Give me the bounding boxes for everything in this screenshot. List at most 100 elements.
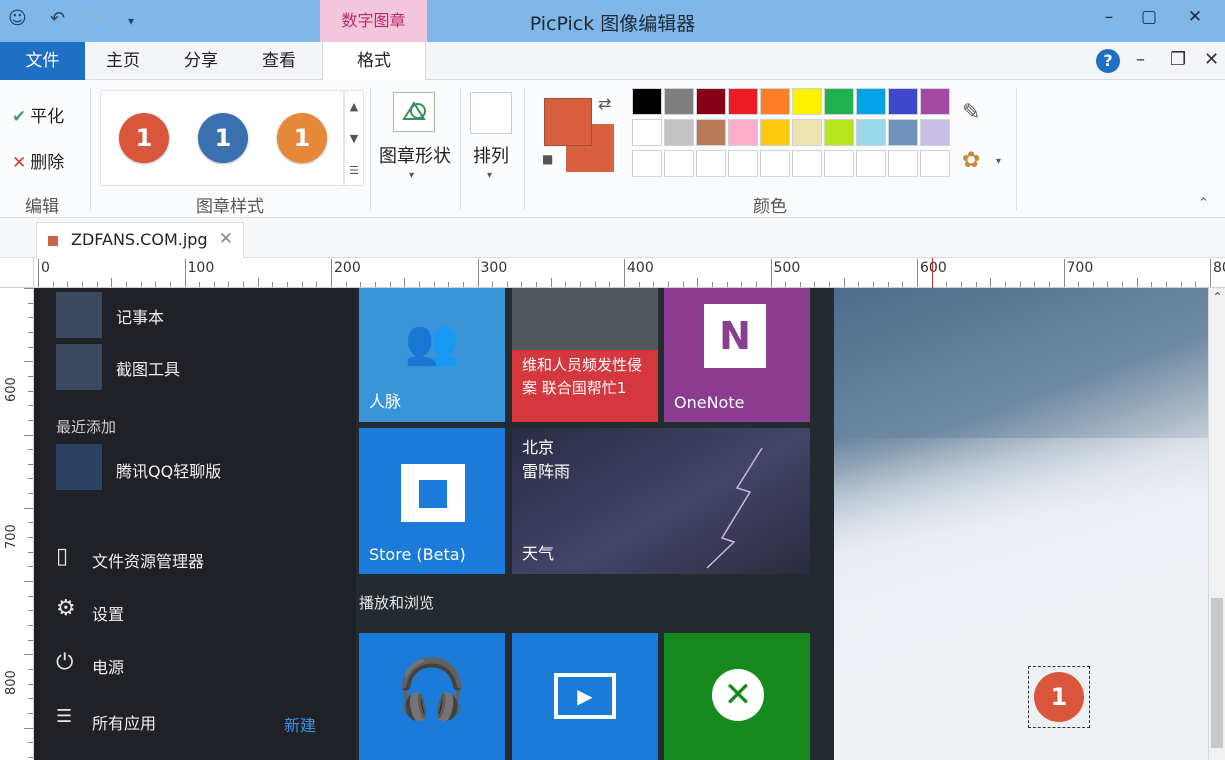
color-swatch[interactable]: [856, 119, 886, 146]
color-swatch[interactable]: [728, 88, 758, 115]
color-swatch[interactable]: [920, 150, 950, 177]
weather-desc: 雷阵雨: [522, 462, 571, 481]
arrange-button[interactable]: 排列: [466, 142, 516, 168]
color-swatch[interactable]: [856, 88, 886, 115]
reset-colors-icon[interactable]: ■: [542, 152, 553, 166]
settings-item[interactable]: 设置: [92, 601, 124, 625]
ribbon-minimize-icon[interactable]: –: [1136, 49, 1145, 70]
tab-format[interactable]: 格式: [322, 42, 426, 81]
color-swatch[interactable]: [760, 88, 790, 115]
color-swatch[interactable]: [888, 119, 918, 146]
close-button[interactable]: ✕: [1178, 4, 1212, 30]
color-swatch[interactable]: [856, 150, 886, 177]
color-swatch[interactable]: [760, 119, 790, 146]
video-play-icon: ▶: [554, 673, 616, 719]
color-picker-icon[interactable]: ✿: [962, 148, 980, 173]
color-swatch[interactable]: [632, 150, 662, 177]
selected-stamp[interactable]: 1: [1034, 672, 1084, 722]
tile-music[interactable]: 🎧: [359, 633, 505, 760]
app-notepad[interactable]: 记事本: [116, 304, 164, 328]
color-swatch[interactable]: [664, 119, 694, 146]
app-snipping-tool[interactable]: 截图工具: [116, 356, 180, 380]
gallery-more-icon[interactable]: ☰: [345, 155, 363, 187]
delete-button[interactable]: ✕ 删除: [12, 148, 64, 173]
color-swatch[interactable]: [728, 119, 758, 146]
image-canvas[interactable]: 记事本 截图工具 最近添加 腾讯QQ轻聊版 ▯ 文件资源管理器 ⚙ 设置 ⏻ 电…: [34, 288, 1208, 760]
power-item[interactable]: 电源: [92, 654, 124, 678]
color-swatch[interactable]: [632, 119, 662, 146]
stamp-style-blue[interactable]: 1: [198, 113, 248, 163]
stamp-shape-icon[interactable]: [393, 92, 435, 132]
all-apps-item[interactable]: 所有应用: [92, 710, 156, 734]
color-picker-caret-icon[interactable]: ▾: [996, 156, 1001, 167]
app-qq[interactable]: 腾讯QQ轻聊版: [116, 458, 221, 482]
color-swatch[interactable]: [728, 150, 758, 177]
gallery-down-icon[interactable]: ▼: [345, 123, 363, 155]
color-swatch[interactable]: [760, 150, 790, 177]
stamp-style-red[interactable]: 1: [119, 113, 169, 163]
color-swatch[interactable]: [920, 119, 950, 146]
stamp-shape-button[interactable]: 图章形状: [374, 142, 456, 168]
tile-people[interactable]: 👥 人脉: [359, 288, 505, 422]
cursor-marker: [932, 258, 933, 288]
color-swatch[interactable]: [824, 88, 854, 115]
color-swatch[interactable]: [824, 119, 854, 146]
ruler-tick: [960, 282, 962, 287]
close-document-icon[interactable]: ✕: [219, 229, 233, 249]
ruler-label: 700: [4, 523, 19, 549]
tab-share[interactable]: 分享: [170, 42, 232, 80]
color-swatch[interactable]: [696, 150, 726, 177]
color-swatch[interactable]: [920, 88, 950, 115]
color-swatch[interactable]: [792, 119, 822, 146]
collapse-ribbon-icon[interactable]: ⌃: [1198, 196, 1209, 211]
ribbon-close-icon[interactable]: ✕: [1204, 49, 1219, 70]
color-swatch[interactable]: [792, 150, 822, 177]
ruler-tick: [594, 282, 596, 287]
tab-view[interactable]: 查看: [248, 42, 310, 80]
tile-video[interactable]: ▶: [512, 633, 658, 760]
maximize-button[interactable]: ▢: [1132, 4, 1166, 30]
tile-store[interactable]: Store (Beta): [359, 428, 505, 574]
color-swatch[interactable]: [632, 88, 662, 115]
color-swatch[interactable]: [664, 88, 694, 115]
tile-xbox[interactable]: ✕: [664, 633, 810, 760]
ruler-tick: [448, 282, 450, 287]
color-swatch[interactable]: [792, 88, 822, 115]
tab-file[interactable]: 文件: [0, 42, 85, 80]
ruler-tick: [228, 282, 230, 287]
flatten-button[interactable]: ✔ 平化: [12, 102, 64, 127]
minimize-button[interactable]: –: [1092, 4, 1126, 30]
ribbon-restore-icon[interactable]: ❐: [1170, 49, 1186, 70]
ruler-tick: [492, 282, 494, 287]
document-tab[interactable]: ZDFANS.COM.jpg ✕: [36, 222, 244, 258]
color-swatch[interactable]: [824, 150, 854, 177]
start-menu-left-pane: 记事本 截图工具 最近添加 腾讯QQ轻聊版 ▯ 文件资源管理器 ⚙ 设置 ⏻ 电…: [34, 288, 356, 760]
ruler-label: 400: [627, 260, 654, 276]
arrange-caret-icon[interactable]: ▾: [487, 170, 492, 181]
vertical-scrollbar[interactable]: ⌃: [1208, 288, 1225, 760]
file-explorer-item[interactable]: 文件资源管理器: [92, 548, 204, 572]
tile-news[interactable]: 维和人员频发性侵案 联合国帮忙1: [512, 288, 658, 422]
tile-weather[interactable]: 北京 雷阵雨 天气: [512, 428, 810, 574]
arrange-icon[interactable]: [470, 92, 512, 134]
color-swatch[interactable]: [888, 150, 918, 177]
color-swatch[interactable]: [664, 150, 694, 177]
tab-home[interactable]: 主页: [92, 42, 154, 80]
swap-colors-icon[interactable]: ⇄: [598, 94, 611, 113]
scroll-thumb[interactable]: [1211, 598, 1223, 748]
eyedropper-icon[interactable]: ✎: [962, 100, 980, 125]
color-swatch[interactable]: [696, 88, 726, 115]
gallery-up-icon[interactable]: ▲: [345, 91, 363, 123]
stamp-style-orange[interactable]: 1: [277, 113, 327, 163]
selected-stamp-box[interactable]: 1: [1028, 666, 1090, 728]
stamp-shape-caret-icon[interactable]: ▾: [409, 170, 414, 181]
new-link[interactable]: 新建: [284, 712, 316, 736]
tile-onenote[interactable]: N OneNote: [664, 288, 810, 422]
gallery-scroller: ▲ ▼ ☰: [344, 90, 364, 186]
scroll-up-icon[interactable]: ⌃: [1209, 290, 1225, 304]
primary-color[interactable]: [544, 98, 592, 146]
color-swatch[interactable]: [696, 119, 726, 146]
color-swatch[interactable]: [888, 88, 918, 115]
wallpaper: [834, 288, 1208, 760]
help-icon[interactable]: ?: [1096, 49, 1120, 73]
